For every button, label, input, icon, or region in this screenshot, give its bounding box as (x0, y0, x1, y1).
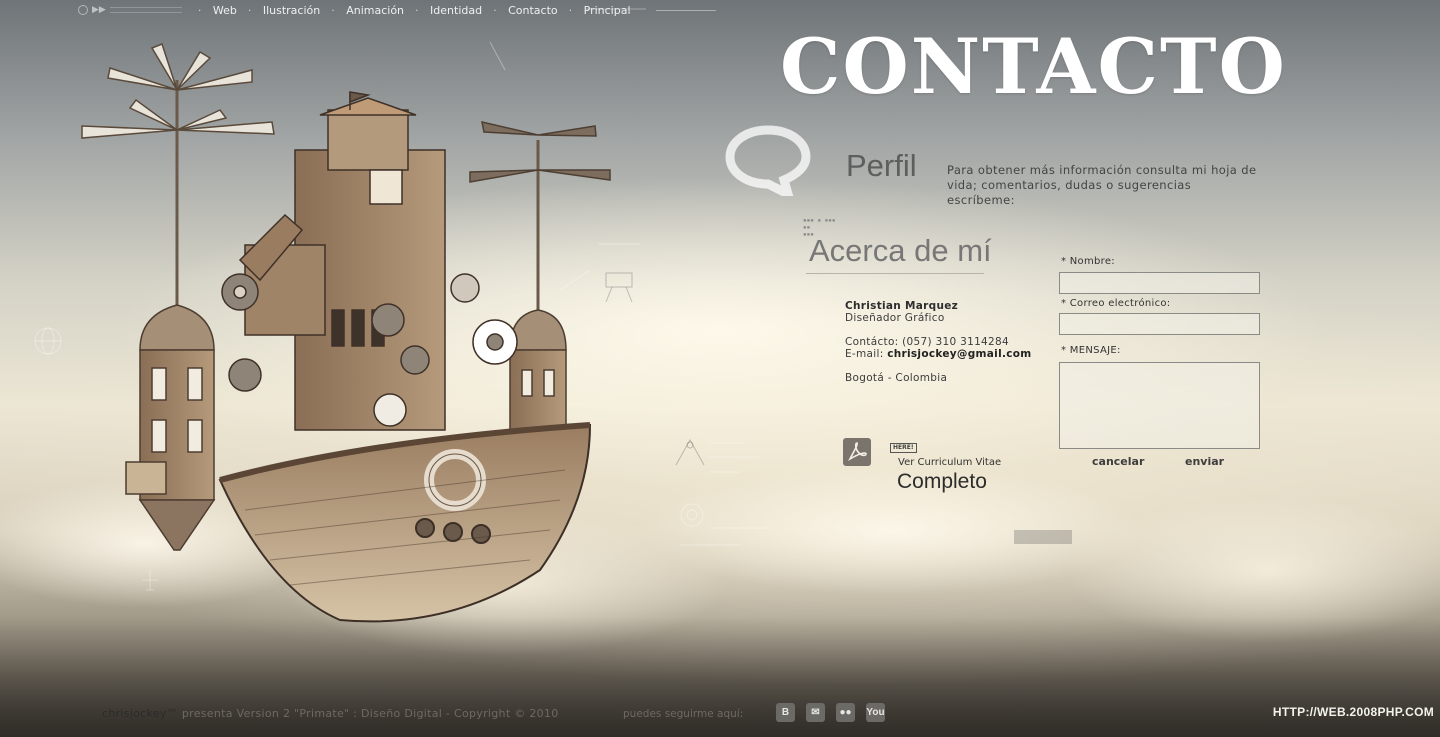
email-link[interactable]: chrisjockey@gmail.com (887, 348, 1031, 360)
name-field[interactable] (1059, 272, 1260, 294)
footer-credits: chrisjockey™ presenta Version 2 "Primate… (102, 707, 559, 720)
speech-bubble-icon (725, 125, 811, 196)
flickr-icon[interactable]: ●● (836, 703, 855, 722)
intro-text: Para obtener más información consulta mi… (947, 163, 1257, 207)
decorative-lines (109, 7, 182, 13)
name-label: * Nombre: (1061, 256, 1115, 267)
about-underline (806, 273, 984, 274)
phone-value: (057) 310 3114284 (902, 336, 1009, 348)
cv-link[interactable]: Ver Curriculum Vitae (898, 457, 1001, 468)
top-nav: ▶▶ Web Ilustración Animación Identidad C… (78, 3, 716, 17)
profile-location: Bogotá - Colombia (845, 372, 948, 384)
email-field[interactable] (1059, 313, 1260, 335)
profile-name: Christian Marquez (845, 300, 959, 312)
nav-item-animacion[interactable]: Animación (331, 4, 417, 17)
footer-presents: presenta (181, 707, 233, 720)
nav-logo-mark: ▶▶ (78, 5, 182, 15)
message-label: * MENSAJE: (1061, 345, 1121, 356)
phone-label: Contácto: (845, 336, 899, 348)
nav-trail-line (655, 9, 716, 11)
nav-item-web[interactable]: Web (198, 4, 250, 17)
profile-role: Diseñador Gráfico (845, 312, 945, 324)
cancel-button[interactable]: cancelar (1092, 455, 1144, 468)
footer-copyright: : Diseño Digital - Copyright © 2010 (353, 707, 559, 720)
blogger-icon[interactable]: B (776, 703, 795, 722)
send-button[interactable]: enviar (1185, 455, 1224, 468)
youtube-icon[interactable]: You (866, 703, 885, 722)
message-textarea[interactable] (1059, 362, 1260, 449)
email-field-label: * Correo electrónico: (1061, 298, 1171, 309)
nav-item-contacto[interactable]: Contacto (493, 4, 571, 17)
airship-illustration (81, 43, 611, 623)
pdf-icon[interactable] (842, 437, 872, 467)
site-watermark: HTTP://WEB.2008PHP.COM (1272, 705, 1434, 719)
circle-icon (78, 5, 88, 15)
about-heading: Acerca de mí (809, 233, 992, 268)
footer-follow-text: puedes seguirme aquí: (623, 708, 744, 720)
email-label: E-mail: (845, 348, 884, 360)
page-title: CONTACTO (780, 22, 1287, 111)
nav-item-ilustracion[interactable]: Ilustración (248, 4, 333, 17)
fast-forward-icon: ▶▶ (92, 5, 106, 15)
nav-item-principal[interactable]: Principal (569, 4, 644, 17)
social-links: B ✉ ●● You (776, 703, 885, 722)
here-tag: HERE! (890, 443, 917, 453)
profile-email-row: E-mail: chrisjockey@gmail.com (845, 348, 1032, 360)
footer-version: Version 2 "Primate" (236, 707, 350, 720)
perfil-heading: Perfil (846, 148, 917, 183)
nav-item-identidad[interactable]: Identidad (415, 4, 495, 17)
footer-brand: chrisjockey™ (102, 707, 179, 720)
profile-info: Christian Marquez Diseñador Gráfico Cont… (845, 300, 1032, 384)
mail-icon[interactable]: ✉ (806, 703, 825, 722)
profile-phone-row: Contácto: (057) 310 3114284 (845, 336, 1032, 348)
cv-complete-link[interactable]: Completo (897, 470, 987, 494)
